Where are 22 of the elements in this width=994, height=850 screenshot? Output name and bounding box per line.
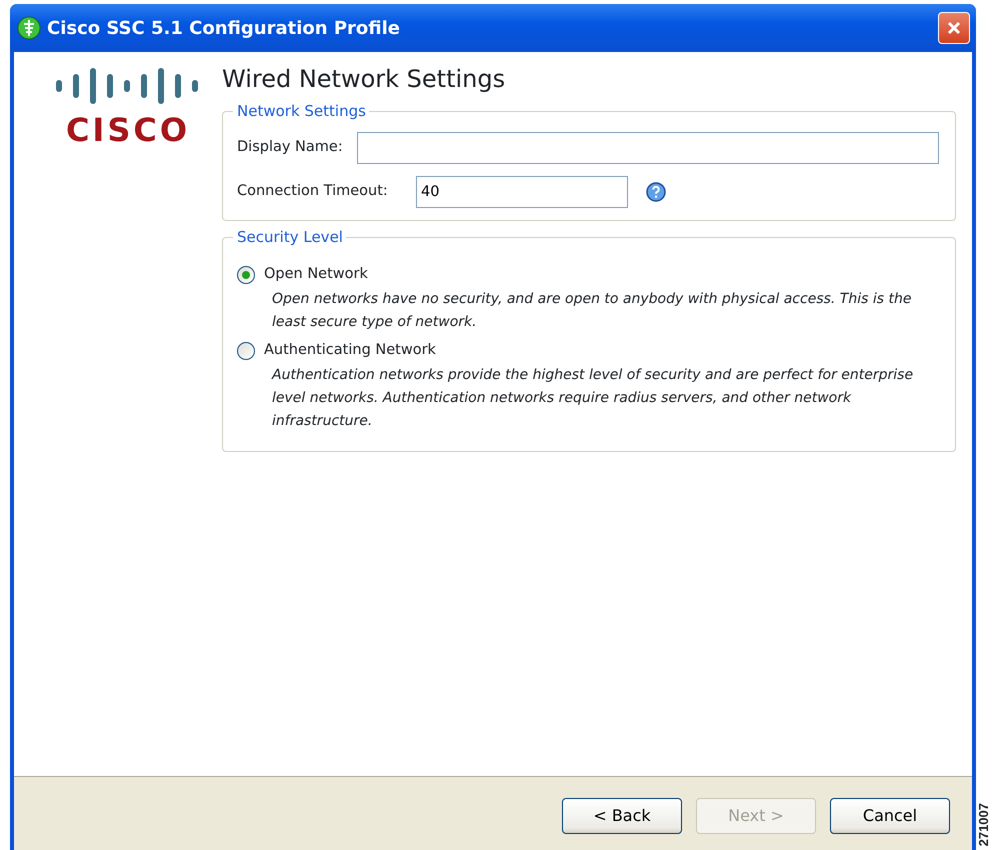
group-legend: Security Level (233, 228, 346, 246)
group-legend: Network Settings (233, 102, 369, 120)
help-icon[interactable] (646, 182, 666, 202)
input-field[interactable] (357, 132, 939, 164)
close-button[interactable] (938, 12, 970, 44)
radio-button[interactable] (237, 266, 255, 284)
wizard-button[interactable]: < Back (562, 798, 682, 834)
radio-button[interactable] (237, 342, 255, 360)
close-icon (946, 20, 962, 36)
option-description: Authentication networks provide the highest level of security and are perfect for enterprise level networks. Authentication networks require radius servers, and other network infrastructure. (272, 366, 914, 431)
option-label[interactable]: Open Network (264, 264, 368, 286)
input-field[interactable]: 40 (416, 176, 628, 208)
app-icon (17, 16, 41, 40)
figure-number: 271007 (976, 802, 992, 846)
option-description: Open networks have no security, and are open to anybody with physical access. This is the least secure type of network. (272, 290, 912, 332)
wizard-button[interactable]: Cancel (830, 798, 950, 834)
page-heading: Wired Network Settings (222, 64, 506, 95)
window-title: Cisco SSC 5.1 Configuration Profile (47, 16, 401, 40)
option-label[interactable]: Authenticating Network (264, 340, 436, 362)
field-label: Display Name: (237, 138, 344, 158)
logo-text: CISCO (66, 114, 190, 146)
field-label: Connection Timeout: (237, 182, 389, 202)
